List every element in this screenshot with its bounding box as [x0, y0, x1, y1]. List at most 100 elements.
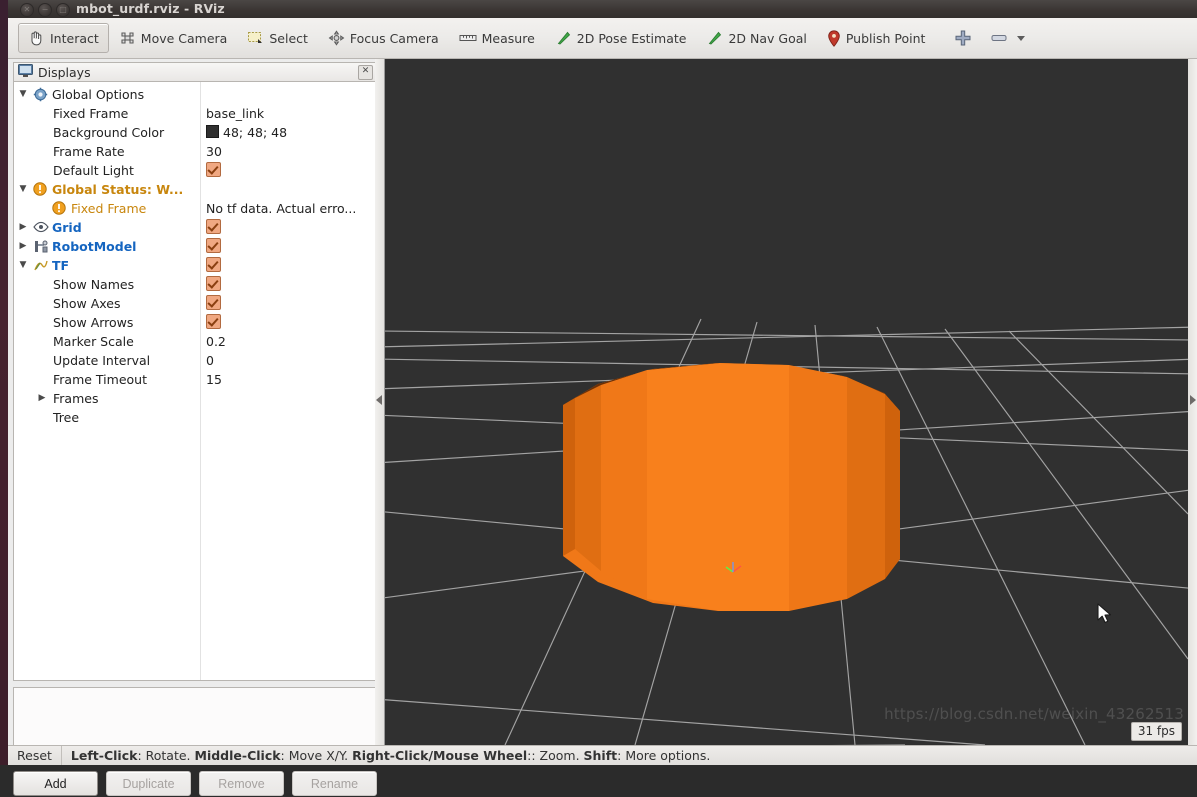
enable-checkbox[interactable]	[206, 314, 221, 329]
tree-row-value[interactable]: 0.2	[206, 332, 226, 351]
close-icon[interactable]: ✕	[20, 3, 34, 17]
displays-panel-title: Displays	[38, 64, 91, 80]
tree-row-fixed-frame[interactable]: Fixed Frame No tf data. Actual erro...	[14, 199, 376, 218]
mouse-hint-text: Left-Click: Rotate. Middle-Click: Move X…	[62, 748, 710, 763]
tree-row-global-options[interactable]: ▼ Global Options	[14, 85, 376, 104]
toolbar-button-move-camera[interactable]: Move Camera	[109, 23, 238, 53]
tree-row-label: Default Light	[53, 163, 134, 178]
tree-twisty-right[interactable]: ▶	[16, 237, 30, 256]
tree-row-label: Global Status: W...	[52, 182, 184, 197]
robot-icon	[33, 239, 49, 254]
toolbar-button-interact[interactable]: Interact	[18, 23, 109, 53]
tree-row-label: Marker Scale	[53, 334, 134, 349]
plus-tool-icon	[955, 30, 971, 46]
tree-twisty-right[interactable]: ▶	[16, 218, 30, 237]
tree-row-fixed-frame[interactable]: Fixed Frame base_link	[14, 104, 376, 123]
collapse-left-icon[interactable]	[376, 395, 382, 405]
right-splitter[interactable]	[1188, 59, 1197, 745]
tree-row-label: Background Color	[53, 125, 165, 140]
hint-segment: Middle-Click	[194, 748, 281, 763]
scene-render	[385, 59, 1188, 745]
displays-tree[interactable]: ▼ Global Options Fixed Frame base_link Backg…	[13, 81, 377, 681]
displays-panel-buttons: Add Duplicate Remove Rename	[13, 771, 377, 797]
tree-row-value[interactable]	[206, 218, 221, 237]
toolbar-button-focus-camera[interactable]: Focus Camera	[318, 23, 449, 53]
tree-row-show-names[interactable]: Show Names	[14, 275, 376, 294]
color-swatch[interactable]	[206, 125, 219, 138]
tf-axes-icon	[33, 258, 49, 273]
tree-twisty-down[interactable]: ▼	[16, 256, 30, 275]
tree-twisty-down[interactable]: ▼	[16, 180, 30, 199]
toolbar-button-2d-pose-estimate[interactable]: 2D Pose Estimate	[545, 23, 697, 53]
tree-row-tree[interactable]: Tree	[14, 408, 376, 427]
tree-row-frames[interactable]: ▶ Frames	[14, 389, 376, 408]
toolbar-button-label: Interact	[50, 30, 99, 46]
toolbar-button-2d-nav-goal[interactable]: 2D Nav Goal	[696, 23, 816, 53]
display-monitor-icon	[18, 64, 33, 80]
selection-box-icon	[247, 31, 264, 45]
tree-row-default-light[interactable]: Default Light	[14, 161, 376, 180]
tree-row-value[interactable]: 0	[206, 351, 214, 370]
tree-row-grid[interactable]: ▶ Grid	[14, 218, 376, 237]
toolbar-overflow-button[interactable]	[981, 23, 1035, 53]
tree-row-frame-timeout[interactable]: Frame Timeout 15	[14, 370, 376, 389]
add-button[interactable]: Add	[13, 771, 98, 796]
tree-row-value[interactable]: 30	[206, 142, 222, 161]
toolbar-add-tool-button[interactable]	[945, 23, 981, 53]
tree-row-label: Update Interval	[53, 353, 151, 368]
maximize-icon[interactable]: □	[56, 3, 70, 17]
desktop-edge-strip	[0, 0, 8, 765]
toolbar-button-publish-point[interactable]: Publish Point	[817, 23, 936, 53]
move-camera-icon	[119, 30, 136, 46]
tree-row-value[interactable]	[206, 313, 221, 332]
tree-row-label: Frames	[53, 391, 99, 406]
toolbar-button-measure[interactable]: Measure	[449, 23, 545, 53]
hint-segment: : More options.	[617, 748, 711, 763]
reset-button[interactable]: Reset	[8, 746, 62, 765]
minimize-icon[interactable]: −	[38, 3, 52, 17]
tree-row-value[interactable]: No tf data. Actual erro...	[206, 199, 356, 218]
close-icon[interactable]: ✕	[358, 65, 373, 80]
collapse-right-icon[interactable]	[1190, 395, 1196, 405]
pose-arrow-icon	[555, 30, 572, 46]
tree-row-value[interactable]	[206, 256, 221, 275]
tree-row-value[interactable]: 48; 48; 48	[206, 123, 287, 142]
window-controls: ✕ − □	[20, 3, 70, 17]
tree-row-value[interactable]	[206, 237, 221, 256]
toolbar-button-label: Measure	[481, 30, 535, 46]
tree-row-value[interactable]	[206, 294, 221, 313]
tree-row-value[interactable]	[206, 161, 221, 180]
tree-row-label: Frame Rate	[53, 144, 125, 159]
tree-row-show-axes[interactable]: Show Axes	[14, 294, 376, 313]
chevron-down-icon[interactable]	[1017, 35, 1026, 41]
render-viewport[interactable]: https://blog.csdn.net/weixin_43262513 31…	[385, 59, 1188, 745]
tree-row-update-interval[interactable]: Update Interval 0	[14, 351, 376, 370]
enable-checkbox[interactable]	[206, 238, 221, 253]
tree-row-value[interactable]	[206, 275, 221, 294]
enable-checkbox[interactable]	[206, 276, 221, 291]
tree-row-frame-rate[interactable]: Frame Rate 30	[14, 142, 376, 161]
tree-row-background-color[interactable]: Background Color 48; 48; 48	[14, 123, 376, 142]
enable-checkbox[interactable]	[206, 295, 221, 310]
fps-indicator: 31 fps	[1130, 722, 1182, 741]
tree-row-value[interactable]: 15	[206, 370, 222, 389]
enable-checkbox[interactable]	[206, 162, 221, 177]
enable-checkbox[interactable]	[206, 219, 221, 234]
tree-row-show-arrows[interactable]: Show Arrows	[14, 313, 376, 332]
measure-icon	[459, 32, 477, 44]
hint-segment: : Move X/Y.	[280, 748, 353, 763]
tree-row-label: Show Axes	[53, 296, 121, 311]
tree-row-marker-scale[interactable]: Marker Scale 0.2	[14, 332, 376, 351]
watermark-text: https://blog.csdn.net/weixin_43262513	[884, 705, 1184, 723]
nav-goal-arrow-icon	[706, 30, 723, 46]
tree-row-tf[interactable]: ▼ TF	[14, 256, 376, 275]
tree-twisty-down[interactable]: ▼	[16, 85, 30, 104]
left-splitter[interactable]	[375, 59, 385, 745]
tree-row-robotmodel[interactable]: ▶ RobotModel	[14, 237, 376, 256]
toolbar-button-select[interactable]: Select	[237, 23, 318, 53]
tree-row-label: Tree	[53, 410, 80, 425]
enable-checkbox[interactable]	[206, 257, 221, 272]
tree-twisty-right[interactable]: ▶	[35, 389, 49, 408]
tree-row-global-status-w[interactable]: ▼ Global Status: W...	[14, 180, 376, 199]
tree-row-value[interactable]: base_link	[206, 104, 264, 123]
